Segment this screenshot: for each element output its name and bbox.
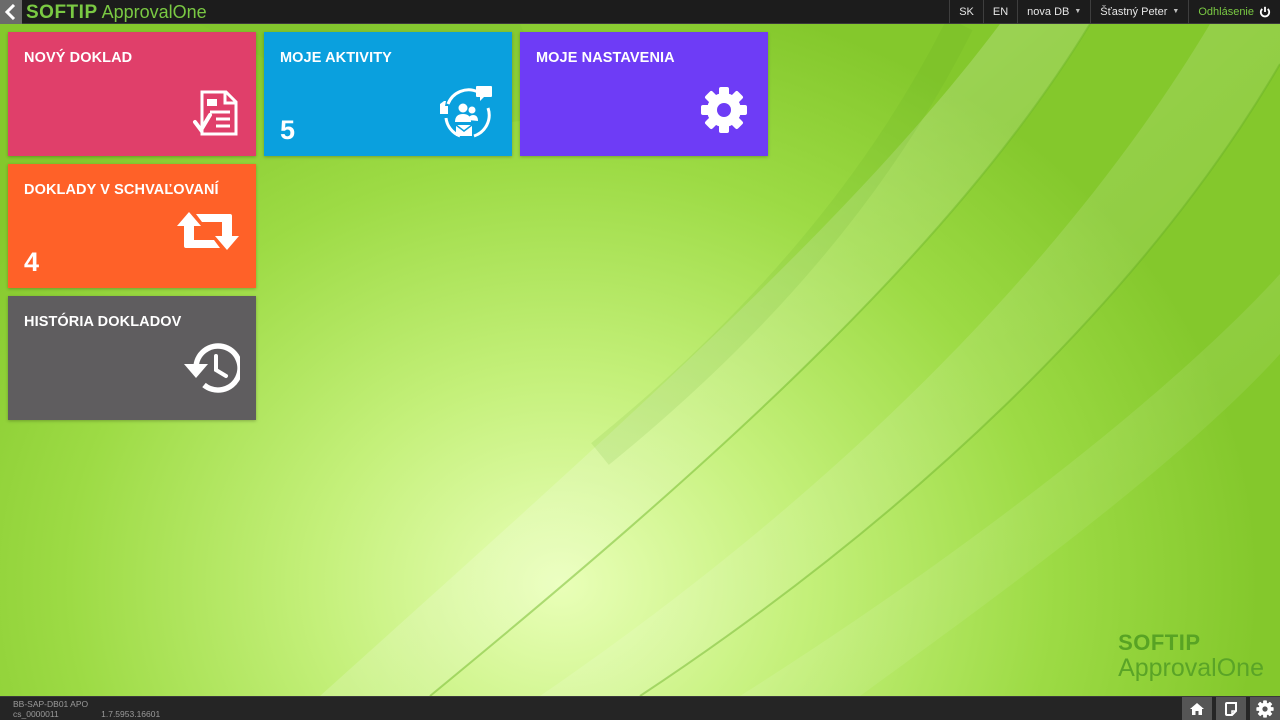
app-logo[interactable]: SOFTIP ApprovalOne xyxy=(26,0,207,24)
database-label: nova DB xyxy=(1027,5,1070,18)
tile-title: HISTÓRIA DOKLADOV xyxy=(24,314,182,330)
top-bar: SOFTIP ApprovalOne SK EN nova DB ▼ Šťastn… xyxy=(0,0,1280,24)
activities-icon xyxy=(440,86,492,138)
notes-icon xyxy=(1225,701,1237,716)
tile-my-activities[interactable]: MOJE AKTIVITY 5 xyxy=(264,32,512,156)
tile-my-settings[interactable]: MOJE NASTAVENIA xyxy=(520,32,768,156)
home-icon xyxy=(1190,702,1204,715)
status-bar: BB-SAP-DB01 APO cs_0000011 1.7.5953.1660… xyxy=(0,696,1280,720)
caret-down-icon: ▼ xyxy=(1074,8,1082,15)
tile-title: MOJE NASTAVENIA xyxy=(536,50,675,66)
chevron-left-icon xyxy=(5,3,16,20)
language-sk-label: SK xyxy=(959,5,974,18)
product-name: ApprovalOne xyxy=(101,1,207,22)
tile-new-document[interactable]: NOVÝ DOKLAD xyxy=(8,32,256,156)
company-code: cs_0000011 xyxy=(13,708,59,719)
retweet-icon xyxy=(177,212,239,250)
logout-button[interactable]: Odhlásenie xyxy=(1188,0,1280,24)
power-icon xyxy=(1259,6,1271,17)
tile-document-history[interactable]: HISTÓRIA DOKLADOV xyxy=(8,296,256,420)
settings-button[interactable] xyxy=(1250,696,1280,720)
language-en-button[interactable]: EN xyxy=(982,0,1017,24)
connection-info: BB-SAP-DB01 APO cs_0000011 xyxy=(13,699,88,719)
watermark-brand: SOFTIP xyxy=(1118,630,1201,655)
notes-button[interactable] xyxy=(1216,696,1246,720)
back-button[interactable] xyxy=(0,0,22,24)
server-name: BB-SAP-DB01 APO xyxy=(13,698,89,709)
tile-count: 4 xyxy=(24,247,40,277)
tile-title: DOKLADY V SCHVAĽOVANÍ xyxy=(24,182,219,198)
document-check-icon xyxy=(193,90,238,136)
caret-down-icon: ▼ xyxy=(1172,8,1180,15)
tile-count: 5 xyxy=(280,115,296,145)
watermark-logo: SOFTIP ApprovalOne xyxy=(1118,632,1264,681)
tile-documents-in-approval[interactable]: DOKLADY V SCHVAĽOVANÍ 4 xyxy=(8,164,256,288)
gear-icon xyxy=(1256,699,1274,718)
language-sk-button[interactable]: SK xyxy=(949,0,983,24)
app-version: 1.7.5953.16601 xyxy=(101,708,161,719)
user-name: Šťastný Peter xyxy=(1100,5,1168,18)
tile-title: MOJE AKTIVITY xyxy=(280,50,392,66)
tile-title: NOVÝ DOKLAD xyxy=(24,50,133,66)
top-bar-menu: SK EN nova DB ▼ Šťastný Peter ▼ Odhlásen… xyxy=(949,0,1280,24)
user-dropdown[interactable]: Šťastný Peter ▼ xyxy=(1090,0,1188,24)
history-icon xyxy=(184,343,240,393)
language-en-label: EN xyxy=(992,5,1009,18)
home-button[interactable] xyxy=(1182,696,1212,720)
database-dropdown[interactable]: nova DB ▼ xyxy=(1017,0,1090,24)
status-bar-buttons xyxy=(1178,696,1280,720)
gear-icon xyxy=(701,87,747,133)
brand-name: SOFTIP xyxy=(26,1,98,23)
watermark-product: ApprovalOne xyxy=(1118,654,1264,682)
logout-label: Odhlásenie xyxy=(1198,5,1254,18)
